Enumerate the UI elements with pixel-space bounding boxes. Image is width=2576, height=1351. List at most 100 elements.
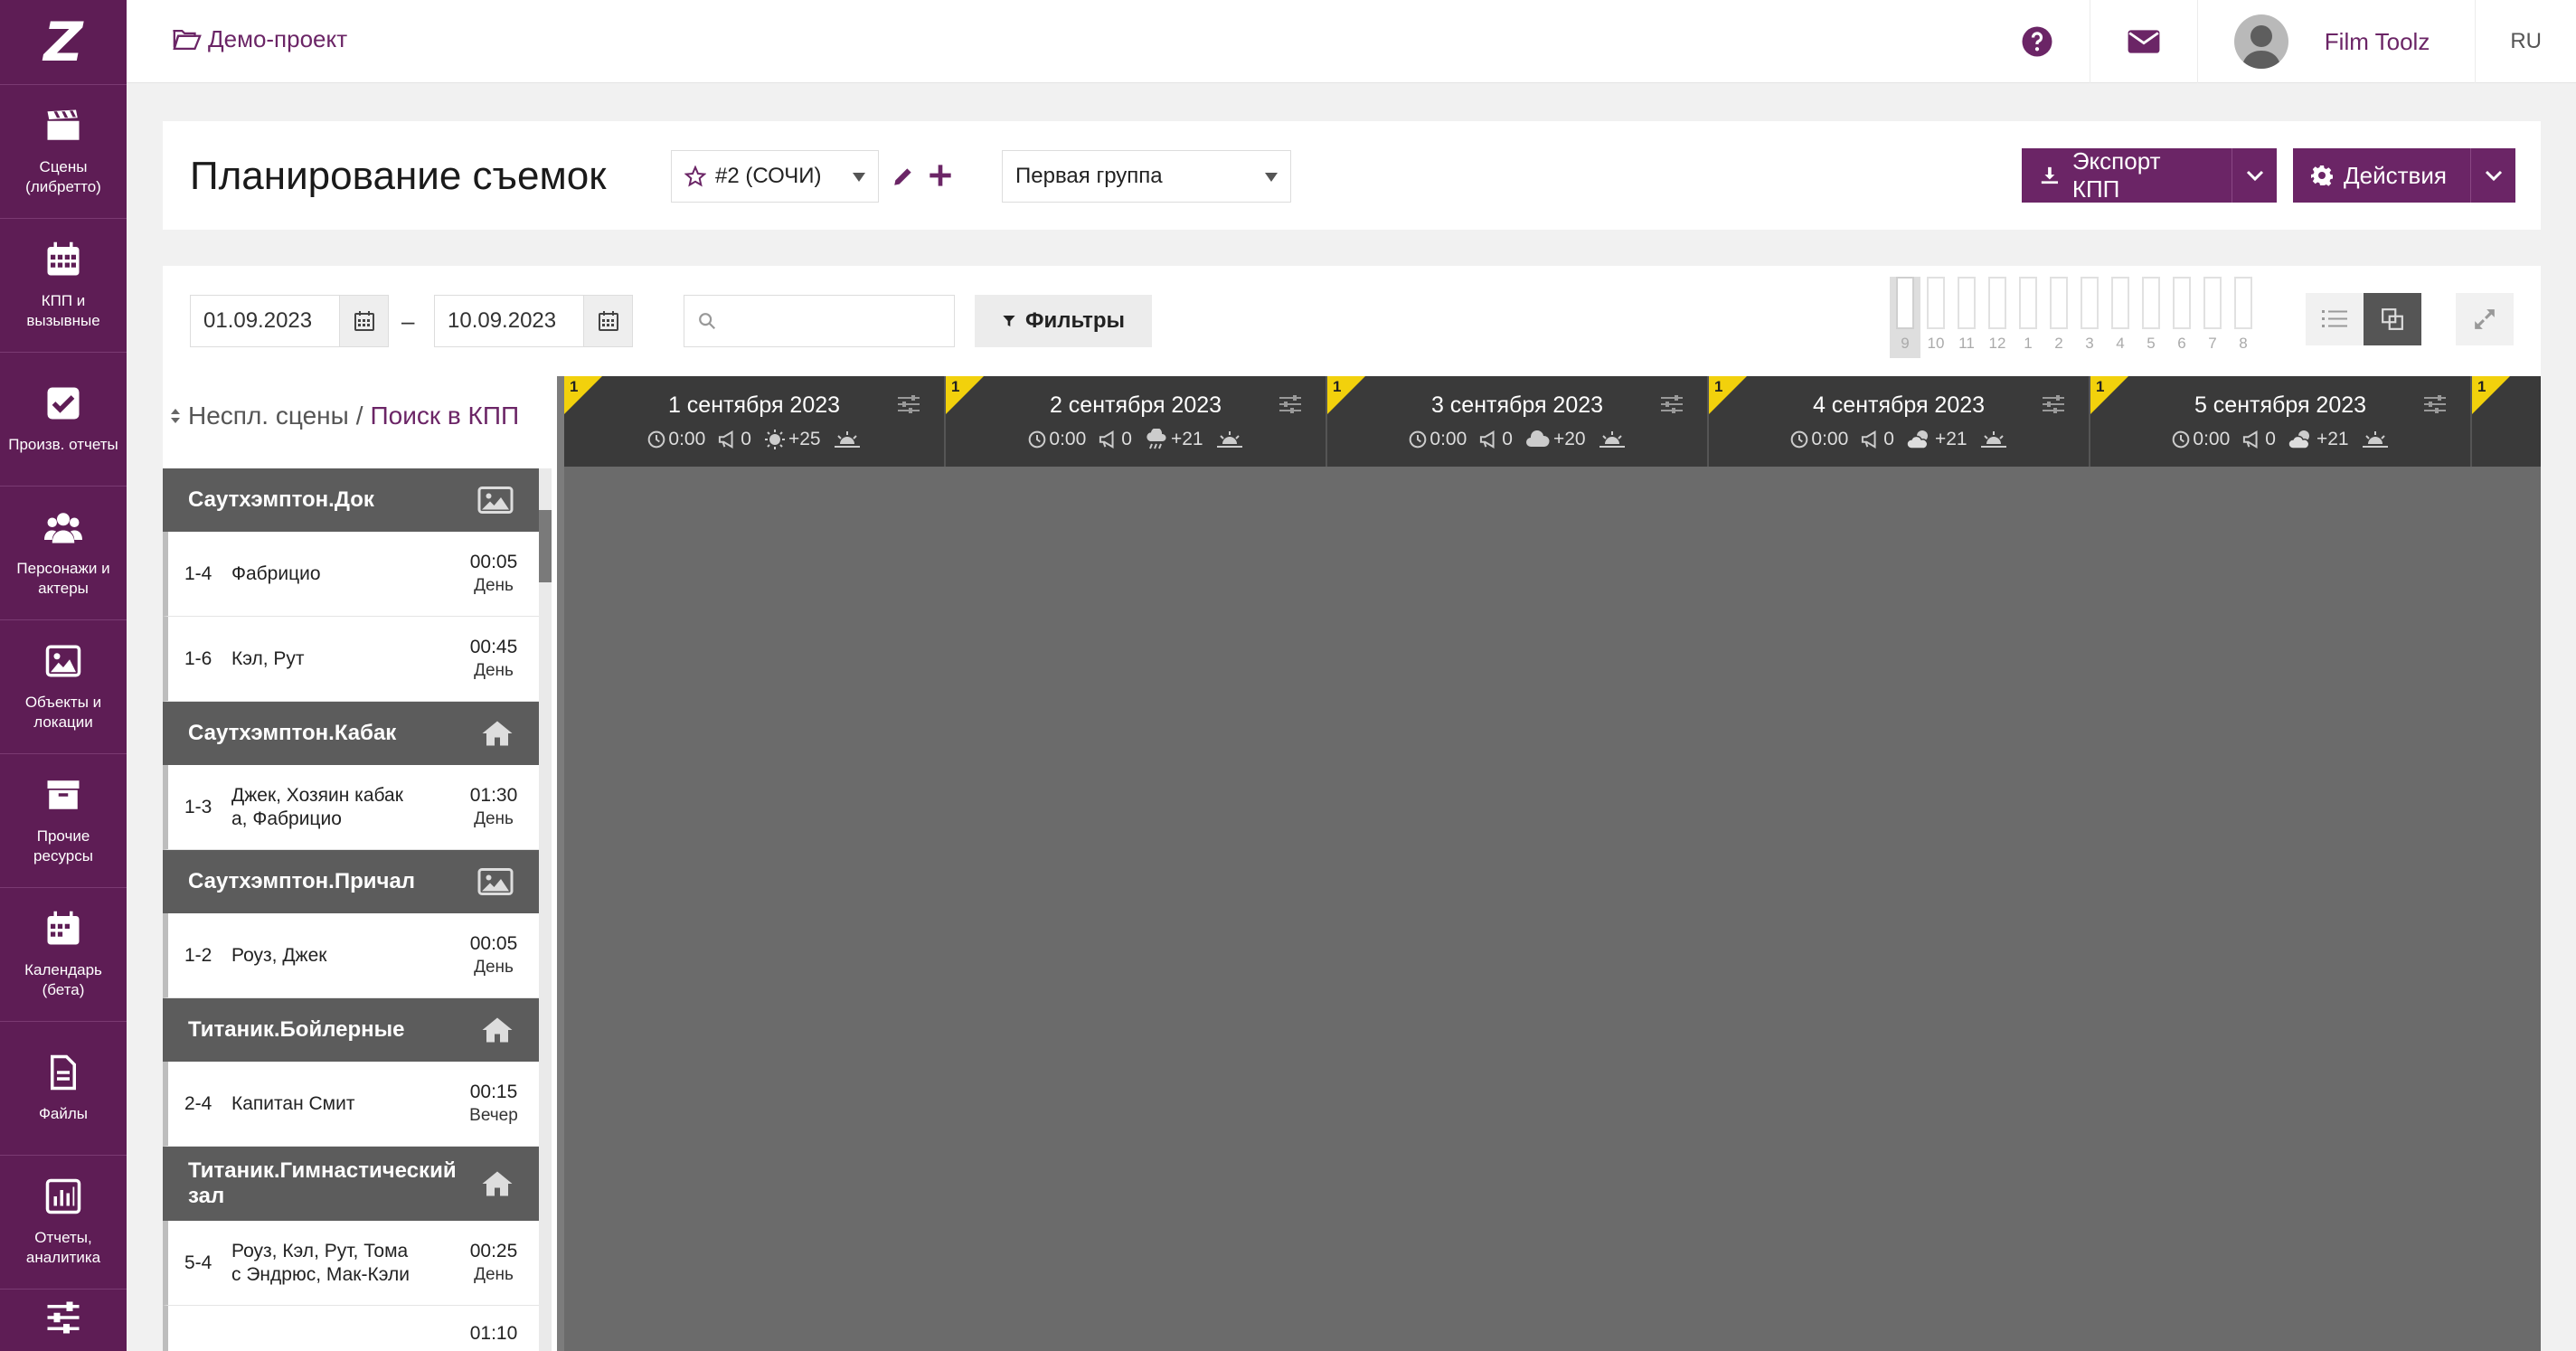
scene-period: День	[474, 575, 514, 595]
mini-day[interactable]: 11	[1951, 277, 1982, 358]
day-time-stat: 0:00	[1790, 429, 1848, 450]
download-icon	[2041, 166, 2059, 184]
scene-row[interactable]: 1-2 Роуз, Джек 00:05 День	[163, 913, 539, 998]
actions-dropdown-toggle[interactable]	[2470, 148, 2515, 203]
plus-icon[interactable]	[928, 163, 953, 188]
nav-kpp[interactable]: КПП и вызывные	[0, 219, 127, 353]
day-column-header[interactable]: 1 2 сентября 2023 0:00 0 +21	[946, 376, 1327, 467]
day-column-header[interactable]: 1 5 сентября 2023 0:00 0 +21	[2090, 376, 2472, 467]
board-view-button[interactable]	[2364, 293, 2421, 345]
scene-period: День	[474, 1264, 514, 1284]
day-settings-icon[interactable]	[2423, 394, 2447, 414]
chevron-down-icon	[853, 173, 865, 182]
location-group-header[interactable]: Титаник.Бойлерные	[163, 998, 539, 1062]
nav-reports-prod[interactable]: Произв. отчеты	[0, 353, 127, 487]
location-group-header[interactable]: Саутхэмптон.Причал	[163, 850, 539, 913]
day-settings-icon[interactable]	[897, 394, 920, 414]
sort-icon[interactable]	[170, 407, 181, 425]
day-settings-icon[interactable]	[1279, 394, 1302, 414]
nav-files[interactable]: Файлы	[0, 1022, 127, 1156]
actions-button[interactable]: Действия	[2293, 148, 2470, 203]
scene-row[interactable]: 1-6 Кэл, Рут 00:45 День	[163, 617, 539, 702]
calendar-picker-icon[interactable]	[339, 296, 388, 346]
mini-day[interactable]: 8	[2228, 277, 2259, 358]
location-group-header[interactable]: Саутхэмптон.Док	[163, 468, 539, 532]
list-view-button[interactable]	[2306, 293, 2364, 345]
calendar-picker-icon[interactable]	[583, 296, 632, 346]
scene-row[interactable]: 2-4 Капитан Смит 00:15 Вечер	[163, 1062, 539, 1147]
nav-files-label: Файлы	[38, 1104, 88, 1122]
nav-scenes[interactable]: Сцены (либретто)	[0, 85, 127, 219]
search-input[interactable]	[684, 295, 955, 347]
export-kpp-button[interactable]: Экспорт КПП	[2022, 147, 2232, 203]
scene-duration: 01:10	[469, 1323, 518, 1344]
mini-day[interactable]: 5	[2136, 277, 2166, 358]
avatar	[2233, 14, 2288, 69]
mini-day[interactable]: 9	[1890, 277, 1920, 358]
pencil-icon[interactable]	[892, 165, 915, 188]
main-sidebar: Z Сцены (либретто) КПП и вызывные Произв…	[0, 0, 127, 1351]
mini-day[interactable]: 7	[2197, 277, 2228, 358]
star-outline-icon	[684, 165, 706, 187]
mini-day[interactable]: 12	[1982, 277, 2013, 358]
nav-resources[interactable]: Прочие ресурсы	[0, 754, 127, 888]
day-date: 5 сентября 2023	[2194, 392, 2367, 418]
date-from-input[interactable]: 01.09.2023	[190, 295, 389, 347]
location-group-header[interactable]: Титаник.Гимнастический зал	[163, 1147, 539, 1221]
clock-icon	[1029, 430, 1046, 449]
location-group-header[interactable]: Саутхэмптон.Кабак	[163, 702, 539, 765]
scene-duration: 00:15 Вечер	[448, 1081, 539, 1128]
mini-day[interactable]: 3	[2074, 277, 2105, 358]
language-switch[interactable]: RU	[2475, 0, 2576, 83]
filters-button[interactable]: Фильтры	[975, 295, 1152, 347]
help-button[interactable]	[1985, 0, 2090, 83]
nav-characters[interactable]: Персонажи и актеры	[0, 487, 127, 620]
sunrise-icon	[1980, 431, 2006, 448]
nav-locations-label: Объекты и локации	[24, 693, 102, 731]
unplanned-scenes-label[interactable]: Неспл. сцены	[188, 402, 349, 430]
scene-list-scrollbar-thumb[interactable]	[539, 510, 552, 582]
day-column-header[interactable]: 1	[2472, 376, 2530, 467]
megaphone-icon	[719, 430, 733, 449]
mini-day[interactable]: 1	[2013, 277, 2043, 358]
scene-row[interactable]: 1-4 Фабрицио 00:05 День	[163, 532, 539, 617]
nav-settings[interactable]	[0, 1290, 127, 1351]
nav-calendar[interactable]: Календарь (бета)	[0, 888, 127, 1022]
scene-characters: Роуз, Кэл, Рут, Тома с Эндрюс, Мак-Кэли	[231, 1240, 410, 1285]
day-settings-icon[interactable]	[2042, 394, 2065, 414]
search-kpp-link[interactable]: Поиск в КПП	[371, 402, 520, 430]
mini-day[interactable]: 10	[1920, 277, 1951, 358]
mini-day[interactable]: 4	[2105, 277, 2136, 358]
app-logo[interactable]: Z	[0, 0, 127, 85]
messages-button[interactable]	[2089, 0, 2197, 83]
group-select[interactable]: Первая группа	[1002, 150, 1291, 203]
scene-list-scrollbar[interactable]	[539, 468, 552, 1351]
calendar-drop-area[interactable]	[564, 467, 2541, 1351]
export-dropdown-toggle[interactable]	[2232, 148, 2277, 203]
scene-row[interactable]: 5-4 Роуз, Кэл, Рут, Тома с Эндрюс, Мак-К…	[163, 1221, 539, 1306]
mini-day[interactable]: 2	[2043, 277, 2074, 358]
day-stats: 0:00 0 +20	[1327, 429, 1707, 450]
envelope-icon	[2128, 30, 2160, 53]
mini-day[interactable]: 6	[2166, 277, 2197, 358]
day-stats: 0:00 0 +21	[1709, 429, 2089, 450]
panel-resize-handle[interactable]	[557, 376, 564, 1351]
bar-chart-icon	[45, 1178, 81, 1214]
folder-open-icon	[173, 29, 202, 50]
nav-calendar-label: Календарь (бета)	[24, 960, 102, 998]
day-settings-icon[interactable]	[1660, 394, 1684, 414]
nav-locations[interactable]: Объекты и локации	[0, 620, 127, 754]
day-column-header[interactable]: 1 4 сентября 2023 0:00 0 +21	[1709, 376, 2090, 467]
day-column-header[interactable]: 1 1 сентября 2023 0:00 0 +25	[564, 376, 946, 467]
nav-analytics[interactable]: Отчеты, аналитика	[0, 1156, 127, 1290]
scene-characters: Фабрицио	[231, 562, 321, 584]
scene-row[interactable]: 01:10	[163, 1306, 539, 1351]
project-breadcrumb[interactable]: Демо-проект	[172, 25, 347, 53]
scene-row[interactable]: 1-3 Джек, Хозяин кабак а, Фабрицио 01:30…	[163, 765, 539, 850]
date-to-input[interactable]: 10.09.2023	[434, 295, 633, 347]
unplanned-panel-header: Неспл. сцены / Поиск в КПП	[170, 402, 519, 430]
expand-button[interactable]	[2456, 293, 2514, 345]
user-menu[interactable]: Film Toolz	[2196, 0, 2476, 83]
schedule-select[interactable]: #2 (СОЧИ)	[671, 150, 879, 203]
day-column-header[interactable]: 1 3 сентября 2023 0:00 0 +20	[1327, 376, 1709, 467]
